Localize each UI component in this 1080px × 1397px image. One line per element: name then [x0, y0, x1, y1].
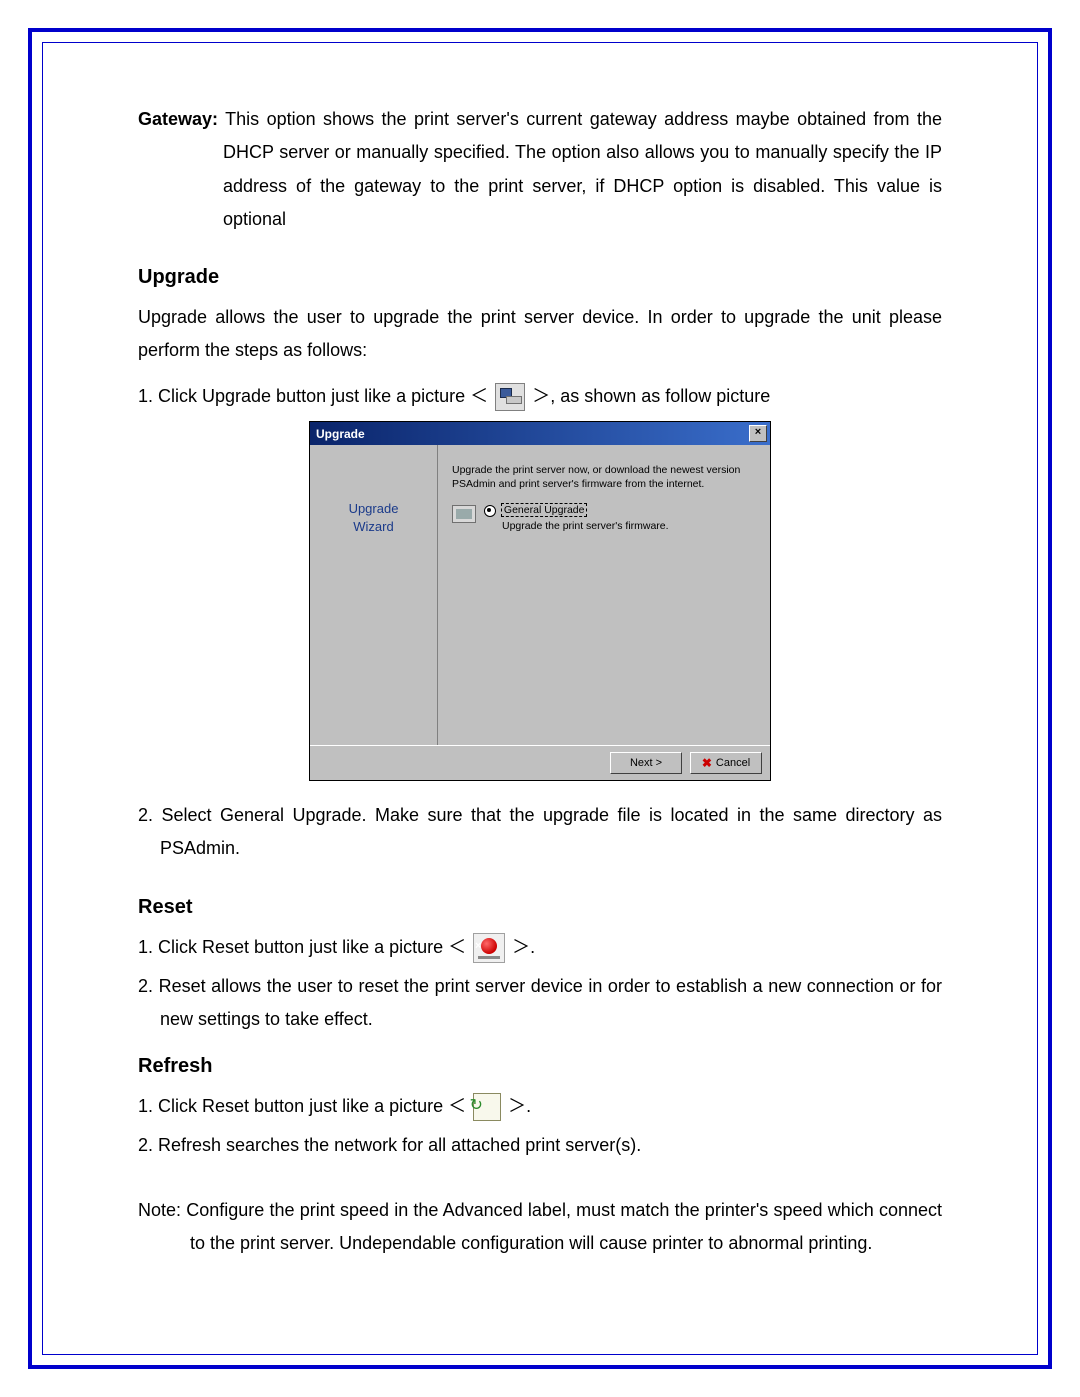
next-button[interactable]: Next >: [610, 752, 682, 774]
refresh-step1-pre: 1. Click Reset button just like a pictur…: [138, 1096, 466, 1116]
dialog-option-row: General Upgrade Upgrade the print server…: [452, 503, 756, 532]
reset-heading: Reset: [138, 896, 942, 919]
note-label: Note:: [138, 1200, 181, 1220]
reset-step1-pre: 1. Click Reset button just like a pictur…: [138, 937, 466, 957]
refresh-toolbar-icon: ↻: [473, 1093, 501, 1121]
wizard-line-1: Upgrade: [349, 501, 399, 516]
reset-step1-post: ＞.: [512, 937, 535, 957]
refresh-step-2: 2. Refresh searches the network for all …: [138, 1129, 942, 1162]
upgrade-heading: Upgrade: [138, 266, 942, 289]
dialog-description: Upgrade the print server now, or downloa…: [452, 463, 756, 491]
note-text: Configure the print speed in the Advance…: [186, 1200, 942, 1253]
page: Gateway: This option shows the print ser…: [0, 0, 1080, 1397]
general-upgrade-option[interactable]: General Upgrade: [501, 503, 588, 517]
cancel-button-label: Cancel: [716, 757, 750, 769]
dialog-body: Upgrade Wizard Upgrade the print server …: [310, 445, 770, 745]
dialog-left-panel: Upgrade Wizard: [310, 445, 438, 745]
dialog-titlebar: Upgrade ×: [310, 422, 770, 445]
dialog-footer: Next > ✖ Cancel: [310, 745, 770, 780]
upgrade-dialog-figure: Upgrade × Upgrade Wizard Upgrade the pri…: [138, 421, 942, 781]
dialog-option-text: General Upgrade Upgrade the print server…: [484, 503, 756, 532]
cancel-x-icon: ✖: [702, 756, 712, 770]
upgrade-step1-post: ＞, as shown as follow picture: [532, 386, 770, 406]
upgrade-dialog: Upgrade × Upgrade Wizard Upgrade the pri…: [309, 421, 771, 781]
close-icon[interactable]: ×: [749, 425, 767, 442]
reset-step-2: 2. Reset allows the user to reset the pr…: [138, 970, 942, 1037]
dialog-title: Upgrade: [316, 427, 365, 441]
outer-border: Gateway: This option shows the print ser…: [28, 28, 1052, 1369]
next-button-label: Next >: [630, 757, 662, 769]
reset-toolbar-icon: ×: [473, 933, 505, 963]
note-paragraph: Note: Configure the print speed in the A…: [138, 1194, 942, 1261]
cancel-button[interactable]: ✖ Cancel: [690, 752, 762, 774]
device-icon: [452, 505, 476, 523]
radio-selected-icon[interactable]: [484, 505, 496, 517]
upgrade-step1-pre: 1. Click Upgrade button just like a pict…: [138, 386, 488, 406]
gateway-paragraph: Gateway: This option shows the print ser…: [138, 103, 942, 236]
wizard-label: Upgrade Wizard: [349, 500, 399, 535]
gateway-label: Gateway:: [138, 109, 218, 129]
upgrade-toolbar-icon: [495, 383, 525, 411]
reset-step-1: 1. Click Reset button just like a pictur…: [138, 931, 942, 964]
content-area: Gateway: This option shows the print ser…: [42, 42, 1038, 1355]
refresh-step1-post: ＞.: [508, 1096, 531, 1116]
upgrade-step-2: 2. Select General Upgrade. Make sure tha…: [138, 799, 942, 866]
general-upgrade-sub: Upgrade the print server's firmware.: [502, 520, 756, 532]
refresh-heading: Refresh: [138, 1055, 942, 1078]
dialog-right-panel: Upgrade the print server now, or downloa…: [438, 445, 770, 745]
upgrade-intro: Upgrade allows the user to upgrade the p…: [138, 301, 942, 368]
upgrade-step-1: 1. Click Upgrade button just like a pict…: [138, 380, 942, 413]
refresh-step-1: 1. Click Reset button just like a pictur…: [138, 1090, 942, 1123]
wizard-line-2: Wizard: [353, 519, 393, 534]
gateway-text: This option shows the print server's cur…: [223, 109, 942, 229]
